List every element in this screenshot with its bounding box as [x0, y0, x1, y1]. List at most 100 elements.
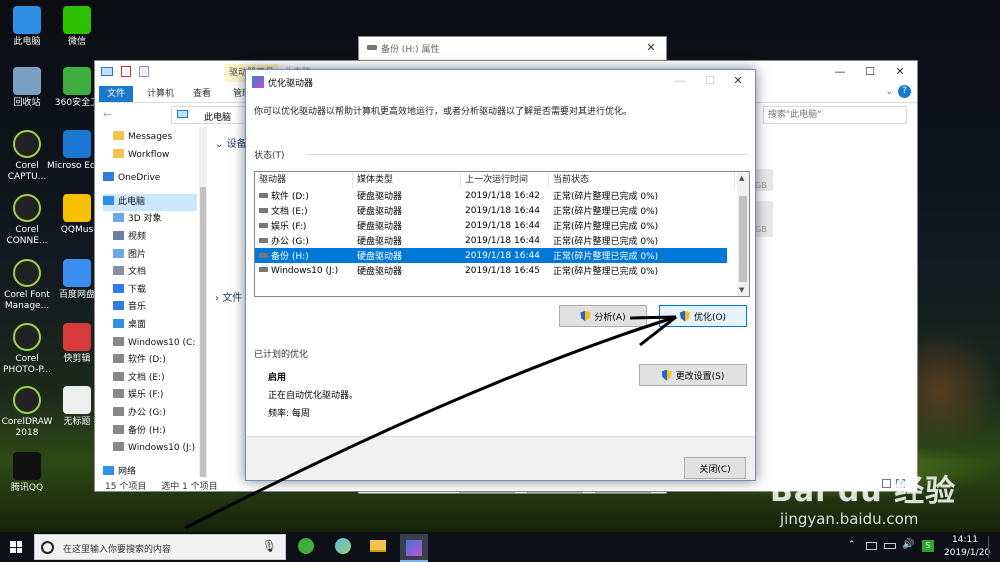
nav-item[interactable]: 办公 (G:)	[113, 405, 166, 422]
nav-item[interactable]: 图片	[113, 247, 146, 264]
drive-tile-partial-2[interactable]: GB	[755, 201, 773, 237]
section-devices-text: 设备	[226, 139, 247, 150]
nav-item[interactable]: 文档	[113, 264, 146, 281]
nav-item-label: 图片	[128, 249, 147, 260]
drive-tile-partial-1[interactable]: GB	[755, 169, 773, 191]
col-current-status[interactable]: 当前状态	[549, 172, 735, 188]
input-method-icon[interactable]: S	[922, 540, 934, 552]
nav-item[interactable]: 备份 (H:)	[113, 423, 166, 440]
chevron-down-icon[interactable]: ⌄	[885, 87, 893, 97]
start-pane	[10, 541, 16, 547]
nav-item[interactable]: 桌面	[113, 317, 146, 334]
new-folder-quick-icon[interactable]	[139, 66, 149, 77]
col-last-run[interactable]: 上一次运行时间	[461, 172, 549, 188]
status-bar: 15 个项目 选中 1 个项目	[105, 479, 218, 492]
nav-item[interactable]: 视频	[113, 229, 146, 246]
chevron-up-icon[interactable]: ⌃	[848, 540, 856, 550]
start-icon[interactable]	[10, 541, 22, 553]
nav-item[interactable]: 此电脑	[103, 193, 197, 211]
cell-text: 正常(碎片整理已完成 0%)	[553, 192, 659, 202]
table-row[interactable]: 备份 (H:) 硬盘驱动器 2019/1/18 16:44 正常(碎片整理已完成 0%…	[255, 248, 727, 263]
scroll-down-icon[interactable]: ▼	[739, 286, 744, 294]
nav-item[interactable]: 下载	[113, 282, 146, 299]
change-settings-button[interactable]: 更改设置(S)	[639, 364, 747, 386]
taskbar-coreldraw-icon[interactable]	[335, 538, 351, 554]
status-label: 状态(T)	[254, 151, 285, 161]
nav-item[interactable]: 娱乐 (F:)	[113, 387, 163, 404]
table-row[interactable]: 娱乐 (F:) 硬盘驱动器 2019/1/18 16:44 正常(碎片整理已完成 0%…	[255, 218, 727, 233]
tab-file[interactable]: 文件	[99, 86, 134, 102]
nav-icon	[113, 301, 124, 311]
nav-item[interactable]: Workflow	[113, 147, 169, 164]
close-icon[interactable]: ✕	[636, 37, 666, 59]
nav-scrollbar[interactable]	[199, 127, 207, 477]
notification-icon[interactable]	[988, 536, 998, 558]
clock-time[interactable]: 14:11	[952, 535, 978, 545]
nav-item-label: Windows10 (J:)	[128, 443, 196, 454]
table-cell: 2019/1/18 16:42	[461, 188, 549, 203]
tab-computer[interactable]: 计算机	[139, 86, 182, 102]
table-row[interactable]: 办公 (G:) 硬盘驱动器 2019/1/18 16:44 正常(碎片整理已完成 0%…	[255, 233, 727, 248]
tab-view[interactable]: 查看	[185, 86, 219, 102]
table-cell: 硬盘驱动器	[353, 188, 461, 203]
volume-icon[interactable]: 🔊	[902, 539, 914, 550]
col-media-type[interactable]: 媒体类型	[353, 172, 461, 188]
help-icon[interactable]: ?	[898, 85, 911, 98]
nav-item[interactable]: Windows10 (C:	[113, 335, 195, 352]
cell-text: 正常(碎片整理已完成 0%)	[553, 222, 659, 232]
edge-icon	[63, 130, 91, 158]
maximize-icon[interactable]: ☐	[855, 61, 885, 83]
desktop-icon[interactable]: 腾讯QQ	[0, 452, 57, 494]
nav-item-label: 文档 (E:)	[128, 372, 165, 383]
nav-item[interactable]: 软件 (D:)	[113, 352, 166, 369]
start-pane	[16, 547, 22, 553]
optimize-button[interactable]: 优化(O)	[659, 305, 747, 327]
search-input[interactable]	[763, 106, 907, 124]
nav-item[interactable]: Windows10 (J:)	[113, 440, 195, 457]
minimize-icon[interactable]: —	[825, 61, 855, 83]
scroll-thumb[interactable]	[739, 196, 747, 282]
nav-item[interactable]: Messages	[113, 129, 172, 146]
clock-date[interactable]: 2019/1/20	[944, 548, 990, 558]
scheduled-state: 启用	[268, 373, 287, 383]
nav-icon	[113, 283, 124, 293]
desktop-icon[interactable]: 微信	[47, 6, 107, 48]
microphone-icon[interactable]: 🎙	[262, 539, 277, 553]
taskbar-search[interactable]: 在这里输入你要搜索的内容 🎙	[34, 534, 286, 560]
table-row[interactable]: Windows10 (J:) 硬盘驱动器 2019/1/18 16:45 正常(碎片整…	[255, 263, 727, 278]
table-row[interactable]: 文档 (E:) 硬盘驱动器 2019/1/18 16:44 正常(碎片整理已完成 0%…	[255, 203, 727, 218]
list-scrollbar[interactable]: ▲ ▼	[737, 172, 749, 296]
scroll-up-icon[interactable]: ▲	[739, 174, 744, 182]
analyze-button[interactable]: 分析(A)	[559, 305, 647, 327]
drive-icon	[259, 223, 268, 228]
nav-item[interactable]: 3D 对象	[113, 211, 162, 228]
col-drive[interactable]: 驱动器	[255, 172, 353, 188]
cell-text: 硬盘驱动器	[357, 207, 403, 217]
table-row[interactable]: 软件 (D:) 硬盘驱动器 2019/1/18 16:42 正常(碎片整理已完成 0%…	[255, 188, 727, 203]
cell-text: 硬盘驱动器	[357, 237, 403, 247]
nav-item[interactable]: 网络	[103, 464, 136, 477]
cell-text: 2019/1/18 16:44	[465, 250, 540, 261]
close-icon[interactable]: ✕	[885, 61, 915, 83]
cell-text: 硬盘驱动器	[357, 222, 403, 232]
nav-icon	[113, 213, 124, 223]
nav-item-label: 娱乐 (F:)	[128, 390, 164, 401]
minimize-icon[interactable]: —	[665, 70, 695, 92]
properties-quick-icon[interactable]	[121, 66, 131, 77]
printer-icon[interactable]	[866, 542, 877, 550]
nav-item[interactable]: OneDrive	[103, 170, 160, 187]
close-button[interactable]: 关闭(C)	[684, 457, 746, 479]
table-cell: 办公 (G:)	[255, 233, 353, 248]
close-icon[interactable]: ✕	[723, 70, 753, 92]
nav-icon	[113, 354, 124, 364]
nav-item[interactable]: 文档 (E:)	[113, 370, 165, 387]
dialog-description: 你可以优化驱动器以帮助计算机更高效地运行，或者分析驱动器以了解是否需要对其进行优…	[254, 107, 633, 117]
nav-scroll-thumb[interactable]	[200, 187, 206, 477]
battery-icon[interactable]	[884, 543, 896, 549]
nav-item-label: 3D 对象	[128, 214, 162, 225]
taskbar-360-icon[interactable]	[298, 538, 314, 554]
back-icon[interactable]: ←	[103, 108, 112, 121]
maximize-icon[interactable]: ☐	[695, 70, 725, 92]
nav-item[interactable]: 音乐	[113, 299, 146, 316]
taskbar-explorer-icon[interactable]	[370, 540, 386, 552]
